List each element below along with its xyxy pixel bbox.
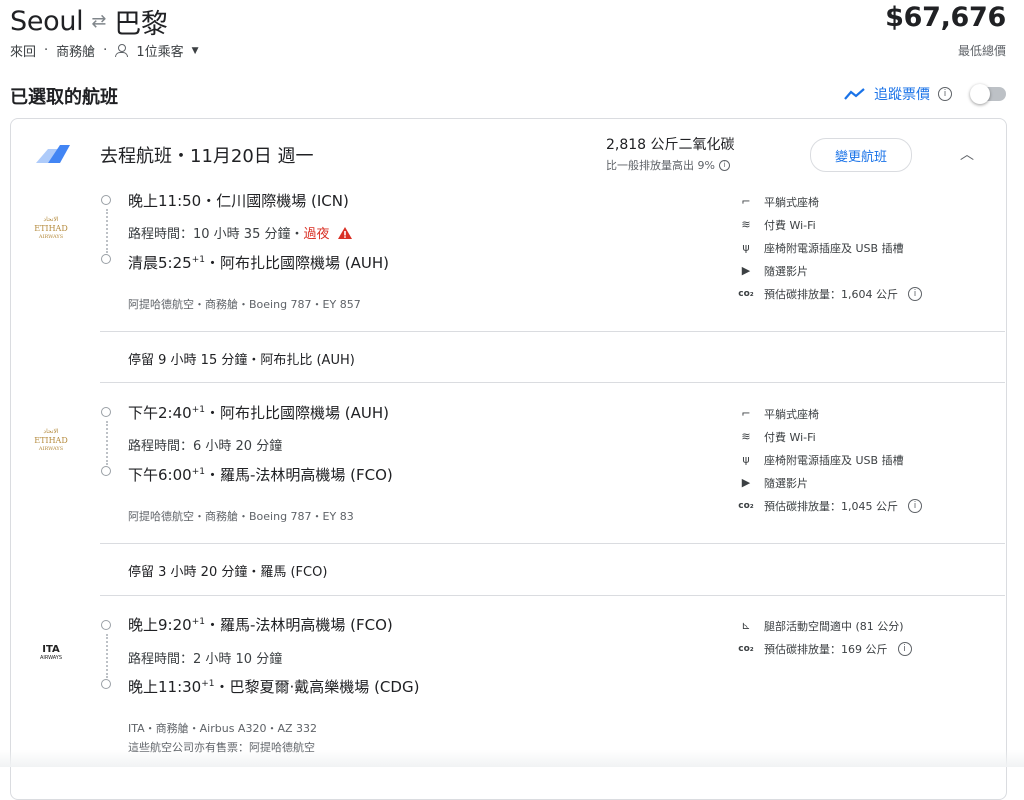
route-line <box>106 209 108 253</box>
amenities-list: ⌐ 平躺式座椅 ≋ 付費 Wi-Fi ψ 座椅附電源插座及 USB 插槽 ▶ 隨選影片 … <box>738 190 922 305</box>
flat-seat-icon: ⌐ <box>741 195 751 208</box>
trip-summary: 來回 · 商務艙 · 1位乘客 ▼ <box>10 41 199 60</box>
duration: 路程時間：10 小時 35 分鐘・過夜 <box>128 223 352 242</box>
info-icon[interactable]: i <box>908 498 922 513</box>
info-icon[interactable]: i <box>897 641 912 656</box>
video-icon: ▶ <box>741 476 751 489</box>
flight-meta: 阿提哈德航空・商務艙・Boeing 787・EY 857 <box>128 298 361 311</box>
amenity-item: ψ 座椅附電源插座及 USB 插槽 <box>738 448 922 471</box>
route-line <box>106 421 108 465</box>
amenities-list: ⌐ 平躺式座椅 ≋ 付費 Wi-Fi ψ 座椅附電源插座及 USB 插槽 ▶ 隨選影片 … <box>738 402 922 517</box>
depart-row: 下午2:40+1・阿布扎比國際機場 (AUH) <box>128 404 389 422</box>
trend-icon <box>844 88 865 100</box>
divider <box>100 382 1005 383</box>
arrive-row: 清晨5:25+1・阿布扎比國際機場 (AUH) <box>128 254 389 272</box>
amenity-item: ▶ 隨選影片 <box>738 259 922 282</box>
co2-icon: co₂ <box>738 288 754 299</box>
co2-icon: co₂ <box>738 500 754 511</box>
depart-row: 晚上9:20+1・羅馬-法林明高機場 (FCO) <box>128 616 393 634</box>
co2-compare: 比一般排放量高出 9% i <box>606 157 730 173</box>
lowest-price: $67,676 <box>885 2 1006 33</box>
warning-icon <box>337 227 352 239</box>
flight-meta: ITA・商務艙・Airbus A320・AZ 332 <box>128 722 317 735</box>
overnight-label: 過夜 <box>303 227 330 242</box>
arrive-dot <box>101 466 111 476</box>
info-icon[interactable]: i <box>938 87 952 101</box>
change-flight-button[interactable]: 變更航班 <box>810 138 912 172</box>
amenities-list: ⊾ 腿部活動空間適中 (81 公分) co₂ 預估碳排放量：169 公斤 i <box>738 614 912 660</box>
route-line <box>106 634 108 678</box>
amenity-item: ⌐ 平躺式座椅 <box>738 190 922 213</box>
amenity-item: ψ 座椅附電源插座及 USB 插槽 <box>738 236 922 259</box>
track-prices-label[interactable]: 追蹤票價 <box>874 84 930 104</box>
co2-icon: co₂ <box>738 643 754 654</box>
amenity-item: co₂ 預估碳排放量：1,604 公斤 i <box>738 282 922 305</box>
divider <box>100 331 1005 332</box>
depart-dot <box>101 195 111 205</box>
flight-meta: 阿提哈德航空・商務艙・Boeing 787・EY 83 <box>128 510 354 523</box>
wifi-icon: ≋ <box>741 430 751 443</box>
amenity-item: co₂ 預估碳排放量：169 公斤 i <box>738 637 912 660</box>
amenity-item: ▶ 隨選影片 <box>738 471 922 494</box>
arrive-row: 下午6:00+1・羅馬-法林明高機場 (FCO) <box>128 466 393 484</box>
logo-arabic: ﺍﻻﺗﺤﺎﺩ <box>43 216 59 223</box>
amenity-item: ⊾ 腿部活動空間適中 (81 公分) <box>738 614 912 637</box>
logo-arabic: ﺍﻻﺗﺤﺎﺩ <box>43 428 59 435</box>
chevron-down-icon[interactable]: ▼ <box>192 46 199 56</box>
depart-dot <box>101 620 111 630</box>
bottom-fade <box>0 750 1024 767</box>
origin-city: Seoul <box>10 6 84 37</box>
price-label: 最低總價 <box>957 44 1006 58</box>
amenity-item: ⌐ 平躺式座椅 <box>738 402 922 425</box>
track-prices[interactable]: 追蹤票價 i <box>844 84 1006 104</box>
power-plug-icon: ψ <box>742 453 750 466</box>
duration: 路程時間：2 小時 10 分鐘 <box>128 652 283 667</box>
etihad-logo: ﺍﻻﺗﺤﺎﺩ ETIHAD AIRWAYS <box>31 427 71 454</box>
departure-plane-icon <box>36 145 70 163</box>
wifi-icon: ≋ <box>741 218 751 231</box>
depart-row: 晚上11:50・仁川國際機場 (ICN) <box>128 192 349 210</box>
card-title: 去程航班・11月20日 週一 <box>100 146 314 167</box>
arrive-dot <box>101 679 111 689</box>
power-plug-icon: ψ <box>742 241 750 254</box>
person-icon <box>115 44 129 57</box>
amenity-item: ≋ 付費 Wi-Fi <box>738 213 922 236</box>
depart-dot <box>101 407 111 417</box>
chevron-up-icon[interactable]: ︿ <box>960 144 974 164</box>
co2-total: 2,818 公斤二氧化碳 <box>606 137 735 153</box>
route-title: Seoul ⇄ 巴黎 <box>10 2 168 41</box>
arrive-row: 晚上11:30+1・巴黎夏爾·戴高樂機場 (CDG) <box>128 678 420 696</box>
amenity-item: ≋ 付費 Wi-Fi <box>738 425 922 448</box>
section-title: 已選取的航班 <box>10 87 118 108</box>
cabin-class: 商務艙 <box>56 45 96 60</box>
info-icon[interactable]: i <box>908 286 922 301</box>
divider <box>100 595 1005 596</box>
video-icon: ▶ <box>741 264 751 277</box>
destination-city: 巴黎 <box>114 9 168 40</box>
divider <box>100 543 1005 544</box>
info-icon[interactable]: i <box>718 159 730 171</box>
arrive-dot <box>101 254 111 264</box>
etihad-logo: ﺍﻻﺗﺤﺎﺩ ETIHAD AIRWAYS <box>31 215 71 242</box>
swap-icon: ⇄ <box>91 11 107 32</box>
ita-airways-logo: ITA AIRWAYS <box>39 644 63 662</box>
trip-type: 來回 <box>10 45 37 60</box>
passenger-count[interactable]: 1位乘客 <box>136 41 183 60</box>
track-prices-toggle[interactable] <box>970 84 1006 104</box>
flat-seat-icon: ⌐ <box>741 407 751 420</box>
legroom-icon: ⊾ <box>741 619 751 632</box>
layover-info: 停留 9 小時 15 分鐘・阿布扎比 (AUH) <box>128 353 355 368</box>
duration: 路程時間：6 小時 20 分鐘 <box>128 439 283 454</box>
amenity-item: co₂ 預估碳排放量：1,045 公斤 i <box>738 494 922 517</box>
layover-info: 停留 3 小時 20 分鐘・羅馬 (FCO) <box>128 565 328 580</box>
